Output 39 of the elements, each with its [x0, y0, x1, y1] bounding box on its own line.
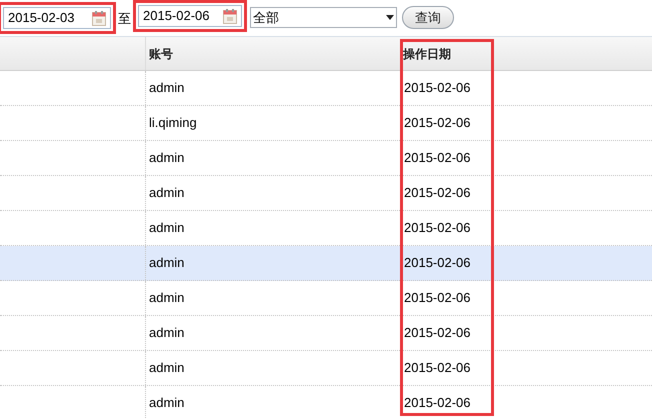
dropdown-arrow-icon: [386, 15, 394, 20]
table-cell-text: 2015-02-06: [404, 254, 470, 272]
table-row[interactable]: admin 2015-02-06: [0, 351, 652, 386]
table-cell-text: 2015-02-06: [404, 114, 470, 132]
table-cell-text: 2015-02-06: [404, 219, 470, 238]
table-cell-text: 2015-02-06: [404, 184, 470, 202]
table-cell-text: admin: [149, 289, 184, 308]
calendar-icon[interactable]: [92, 10, 106, 26]
table-cell-text: 2015-02-06: [404, 149, 470, 168]
table-cell-text: 2015-02-06: [404, 359, 470, 378]
table-cell-text: 2015-02-06: [404, 394, 470, 412]
table-row[interactable]: admin 2015-02-06: [0, 71, 652, 106]
table-cell-text: li.qiming: [149, 114, 197, 132]
table-cell-text: admin: [149, 79, 184, 98]
table-row[interactable]: admin 2015-02-06: [0, 141, 652, 176]
table-row[interactable]: admin 2015-02-06: [0, 281, 652, 316]
calendar-icon[interactable]: [223, 8, 237, 24]
table-cell-text: admin: [149, 149, 184, 168]
table-cell-text: admin: [149, 254, 184, 272]
table-cell-text: admin: [149, 184, 184, 202]
column-header: 操作日期: [403, 46, 451, 62]
table-cell-text: 2015-02-06: [404, 79, 470, 98]
table-cell-text: 2015-02-06: [404, 324, 470, 342]
date-field[interactable]: 2015-02-06: [138, 5, 242, 27]
table-cell-text: admin: [149, 219, 184, 238]
range-separator: 至: [118, 10, 131, 28]
table-cell-text: admin: [149, 324, 184, 342]
table-row[interactable]: admin 2015-02-06: [0, 246, 652, 281]
column-header: 账号: [149, 46, 173, 62]
table-cell-text: 2015-02-06: [404, 289, 470, 308]
table-cell-text: admin: [149, 359, 184, 378]
date-field[interactable]: 2015-02-03: [3, 7, 111, 29]
table-row[interactable]: admin 2015-02-06: [0, 211, 652, 246]
query-button[interactable]: 查询: [402, 6, 454, 29]
table-row[interactable]: li.qiming 2015-02-06: [0, 106, 652, 141]
table-cell-text: admin: [149, 394, 184, 412]
table-row[interactable]: admin 2015-02-06: [0, 316, 652, 351]
table-row[interactable]: admin 2015-02-06: [0, 176, 652, 211]
type-select[interactable]: 全部: [250, 7, 397, 28]
